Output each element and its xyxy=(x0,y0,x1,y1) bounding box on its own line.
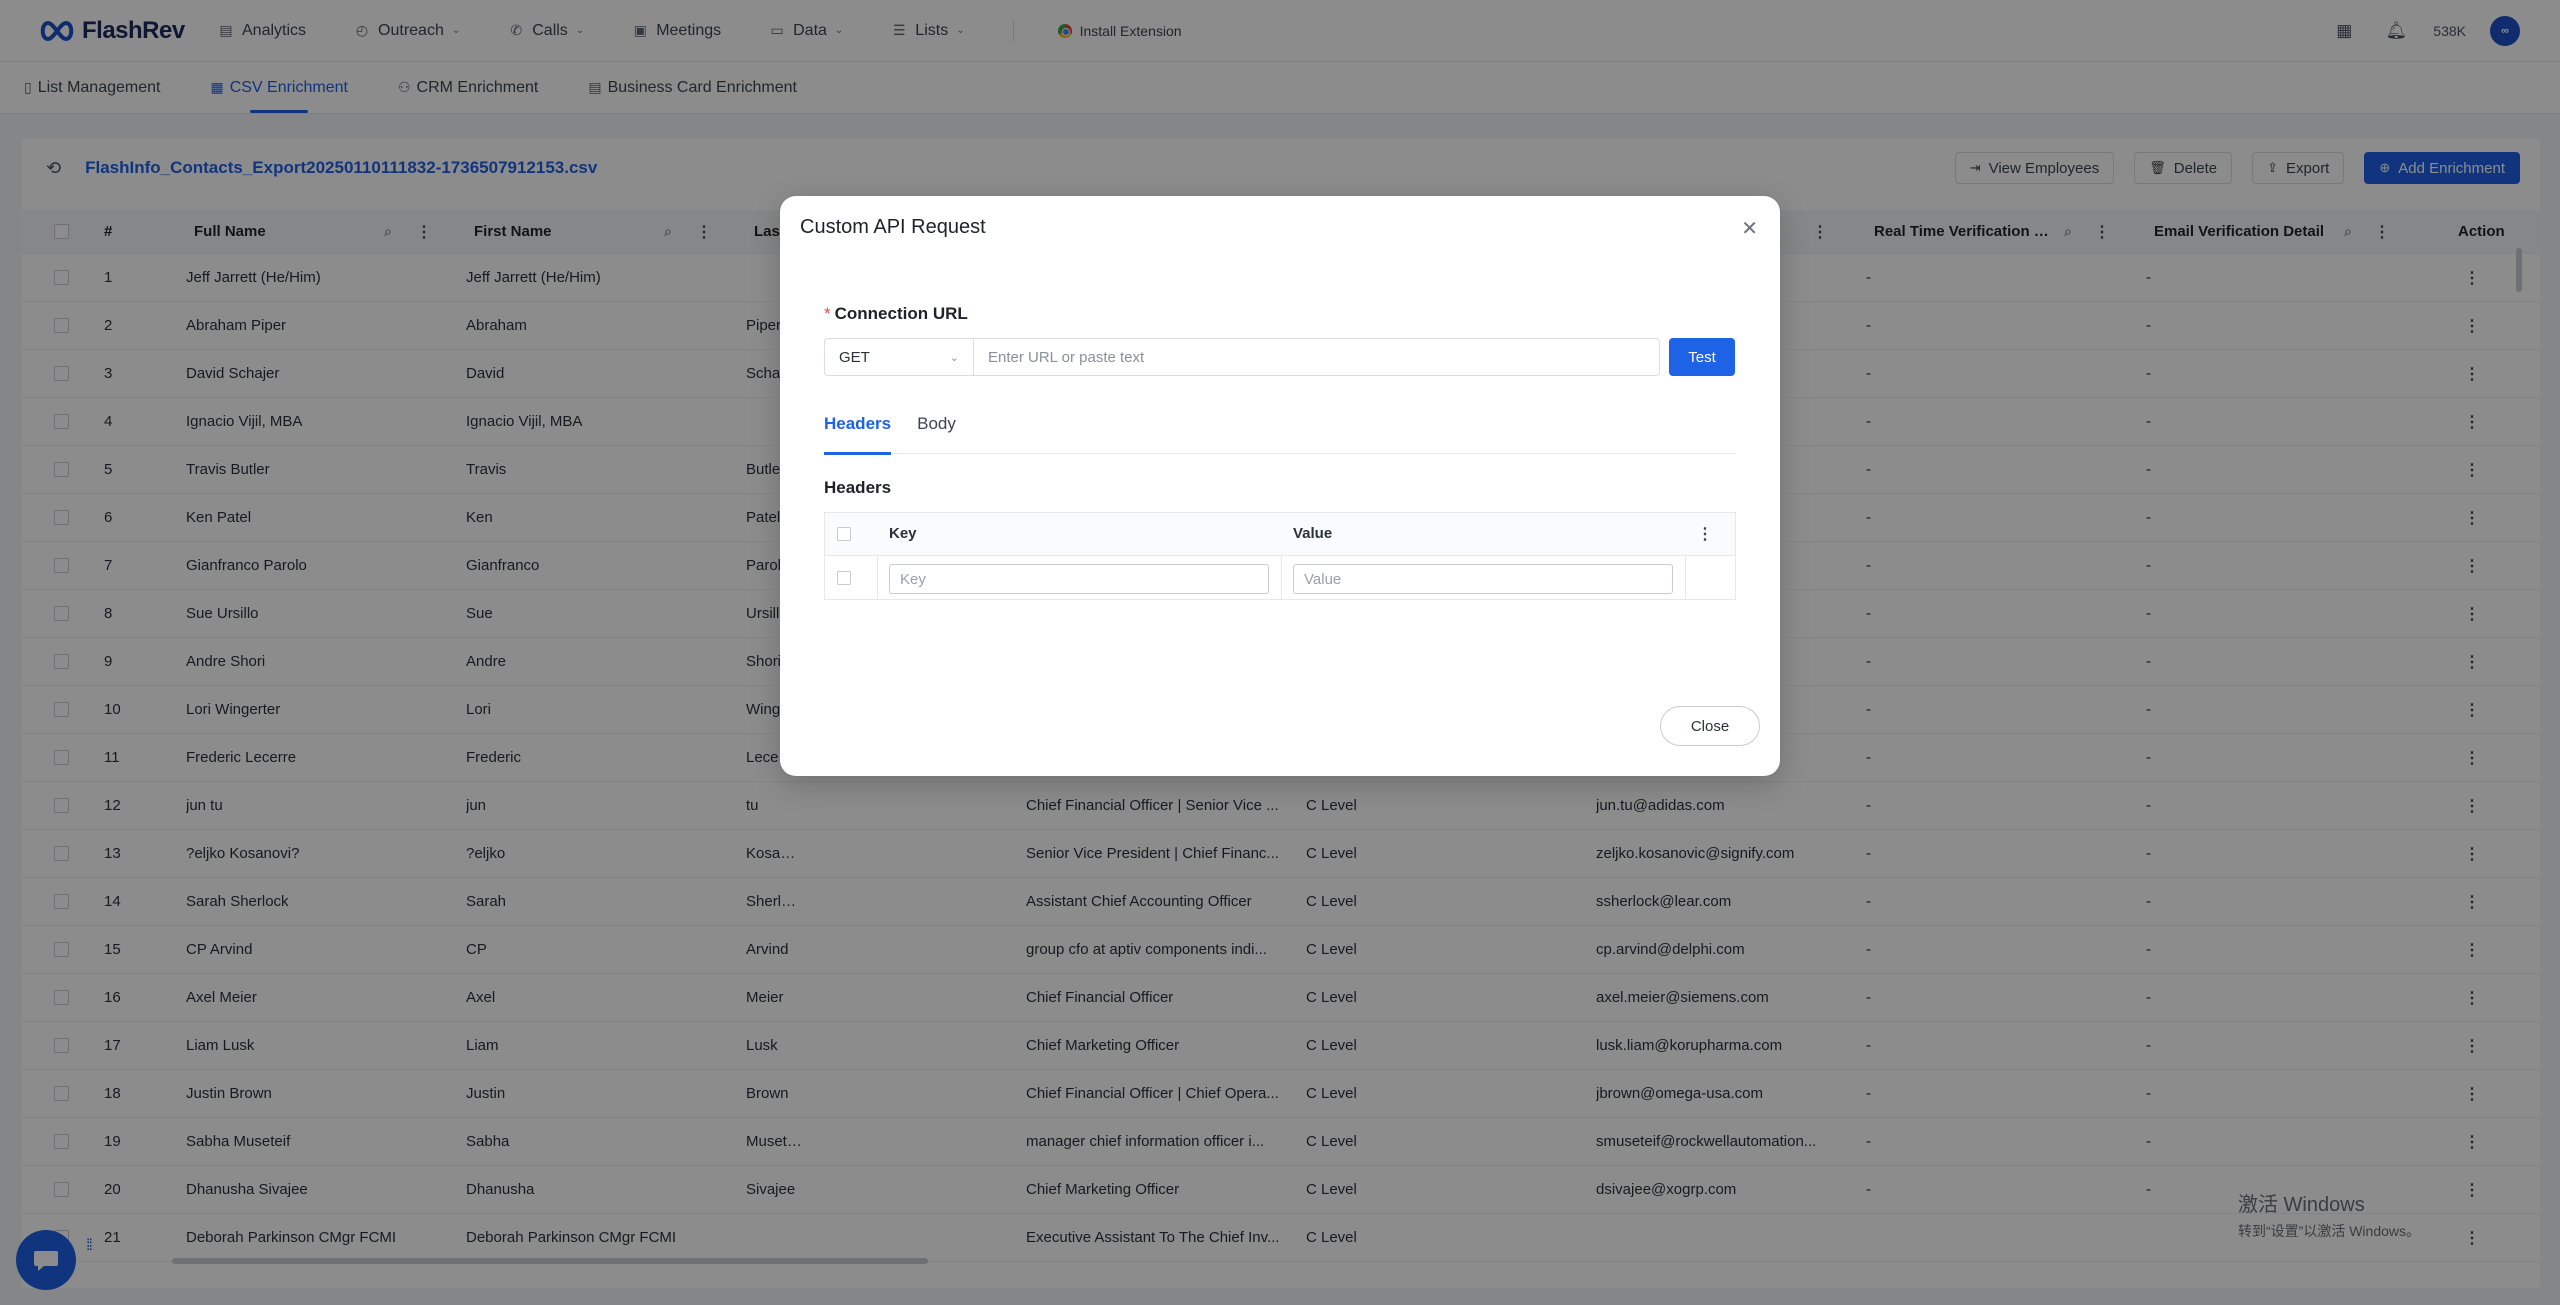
row-checkbox[interactable] xyxy=(837,571,851,585)
header-value-input[interactable] xyxy=(1293,564,1673,594)
custom-api-request-dialog: Custom API Request ✕ * Connection URL GET… xyxy=(780,196,1780,776)
value-column-header: Value xyxy=(1293,525,1333,542)
more-options-icon[interactable]: ⋮ xyxy=(1697,524,1713,544)
chevron-down-icon: ⌄ xyxy=(949,351,959,364)
required-mark: * xyxy=(824,304,831,323)
http-method-value: GET xyxy=(839,348,870,366)
header-key-input[interactable] xyxy=(889,564,1269,594)
connection-url-label: * Connection URL xyxy=(824,304,968,324)
connection-url-text: Connection URL xyxy=(834,304,968,323)
close-button[interactable]: Close xyxy=(1660,706,1760,746)
request-tabs: Headers Body xyxy=(824,414,1736,455)
key-column-header: Key xyxy=(889,525,917,542)
headers-section-title: Headers xyxy=(824,478,892,497)
url-input[interactable] xyxy=(974,338,1660,376)
headers-table: Key Value ⋮ xyxy=(824,512,1736,600)
close-icon[interactable]: ✕ xyxy=(1741,216,1758,241)
tab-body[interactable]: Body xyxy=(917,414,956,454)
tab-headers[interactable]: Headers xyxy=(824,414,892,455)
test-button[interactable]: Test xyxy=(1669,338,1735,376)
headers-table-head: Key Value ⋮ xyxy=(825,513,1735,556)
dialog-title: Custom API Request xyxy=(800,216,986,238)
headers-table-row xyxy=(825,557,1735,600)
select-all-headers-checkbox[interactable] xyxy=(837,527,851,541)
http-method-select[interactable]: GET ⌄ xyxy=(824,338,974,376)
